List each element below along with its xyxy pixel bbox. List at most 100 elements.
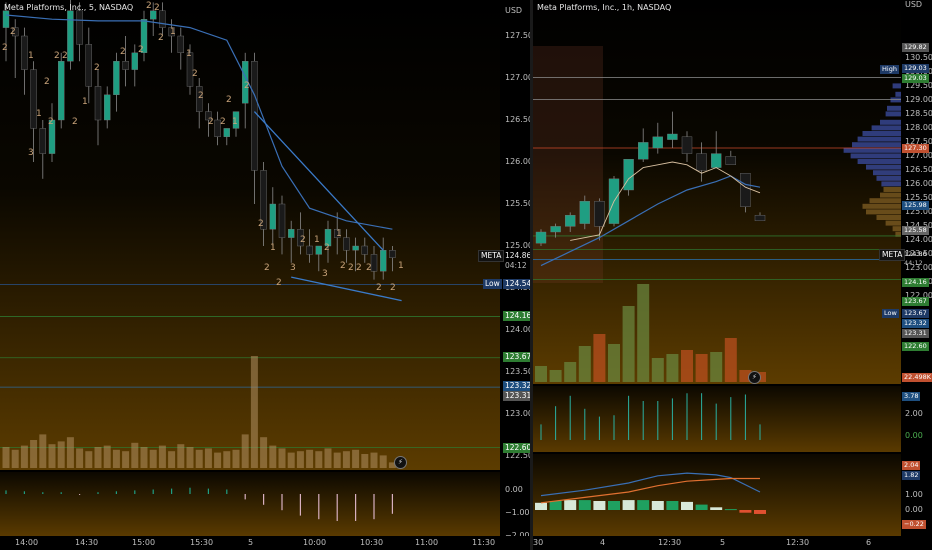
- right-osc2-value-c: −0.22: [902, 520, 926, 529]
- left-candle-body: [94, 86, 102, 121]
- right-volume-bar: [578, 346, 591, 382]
- left-volume-bar: [20, 445, 28, 468]
- left-candle-body: [370, 254, 378, 272]
- left-price-tick: 125.00: [505, 241, 533, 250]
- right-volume-bar: [549, 370, 562, 382]
- right-level-123-67: 123.67: [902, 297, 929, 306]
- right-volume-bar: [535, 366, 547, 382]
- left-volume-bar: [112, 449, 120, 468]
- right-time-axis[interactable]: [533, 536, 932, 550]
- left-price-tick: 127.50: [505, 31, 533, 40]
- right-flash-icon[interactable]: ⚡: [748, 371, 761, 384]
- right-volume-profile-bar: [866, 164, 901, 170]
- left-volume-bar: [296, 451, 304, 468]
- left-volume-bar: [149, 449, 157, 468]
- left-sequence-mark: 2: [264, 263, 270, 273]
- left-candle-body: [159, 10, 166, 28]
- left-volume-bar: [2, 447, 10, 468]
- left-time-tick: 15:00: [132, 538, 156, 547]
- right-volume-profile-bar: [857, 136, 901, 142]
- left-meta-price-tag: META: [478, 250, 505, 262]
- right-volume-profile-bar: [850, 153, 901, 159]
- left-flash-icon[interactable]: ⚡: [394, 456, 407, 469]
- left-sequence-mark: 2: [44, 77, 50, 87]
- left-sequence-mark: 2: [356, 263, 362, 273]
- right-candle-body: [623, 158, 634, 191]
- left-candle-body: [122, 61, 129, 70]
- right-osc2-tick-1: 1.00: [905, 490, 923, 499]
- right-osc2-hist-bar: [695, 504, 708, 510]
- left-candle-body: [21, 35, 28, 70]
- left-volume-bar: [204, 448, 212, 468]
- left-trendline-upper: [253, 111, 384, 251]
- right-volume-bar: [564, 362, 577, 382]
- right-volume-bar: [681, 350, 693, 382]
- right-volume-bar: [666, 354, 679, 382]
- right-osc2-hist-bar: [651, 501, 664, 510]
- right-volume-profile-bar: [866, 209, 901, 215]
- left-sequence-mark: 2: [340, 261, 346, 271]
- left-sequence-mark: 2: [366, 263, 372, 273]
- right-volume-profile-bar: [883, 187, 901, 192]
- right-candle-body: [535, 231, 547, 244]
- left-volume-bar: [57, 441, 65, 468]
- left-meta-price: 124.86: [505, 251, 532, 260]
- left-chart-canvas[interactable]: 221 2 23212 2122 22211222 2 122212232 12312 2 2 2 1…: [0, 0, 500, 536]
- right-meta-price: 124.86: [904, 250, 927, 258]
- right-volume-profile-bar: [876, 175, 901, 181]
- left-price-tick: 125.50: [505, 199, 533, 208]
- left-candle-body: [58, 61, 65, 121]
- right-osc2-hist-bar: [608, 501, 620, 510]
- left-level-123-67: 123.67: [503, 352, 534, 362]
- right-level-125-98: 125.98: [902, 201, 929, 210]
- left-volume-bar: [103, 445, 111, 468]
- left-volume-bar: [250, 356, 258, 468]
- left-time-tick: 14:00: [15, 538, 39, 547]
- right-osc2-hist-bar: [710, 507, 723, 510]
- left-volume-bar: [168, 451, 176, 468]
- right-osc2-hist-bar: [637, 500, 650, 510]
- left-price-tick: 127.00: [505, 73, 533, 82]
- right-level-125-58: 125.58: [902, 226, 929, 235]
- left-volume-bar: [269, 445, 277, 468]
- right-chart-canvas[interactable]: [533, 0, 901, 536]
- right-volume-profile-bar: [862, 131, 901, 136]
- right-price-tick: 130.50: [905, 53, 932, 63]
- left-sequence-mark: 2: [324, 243, 330, 253]
- left-sequence-mark: 2: [390, 283, 396, 293]
- left-volume-bar: [232, 449, 240, 468]
- right-osc2-hist-bar: [754, 510, 766, 514]
- right-osc2-hist-bar: [535, 502, 547, 510]
- right-osc2-hist-bar: [666, 501, 679, 510]
- left-candle-body: [389, 249, 396, 258]
- right-volume-profile-bar: [881, 181, 901, 187]
- left-candle-body: [288, 228, 295, 238]
- left-trendline-lower: [291, 276, 402, 302]
- right-volume-total: 22.498K: [902, 373, 932, 382]
- left-sequence-mark: 2: [10, 27, 16, 37]
- right-osc1-value: 3.78: [902, 392, 921, 401]
- right-candle-body: [565, 214, 576, 227]
- left-sequence-mark: 3: [28, 148, 34, 158]
- right-level-124-16: 124.16: [902, 278, 929, 287]
- left-volume-bar: [158, 445, 166, 468]
- left-sequence-mark: 2: [244, 81, 250, 91]
- right-osc2-hist-bar: [593, 501, 606, 510]
- left-volume-bar: [333, 452, 341, 468]
- right-low-label: Low: [882, 309, 899, 318]
- right-price-tick: 126.50: [905, 165, 932, 175]
- right-level-129-82: 129.82: [902, 43, 929, 52]
- right-candle-body: [579, 200, 590, 224]
- right-candle-body: [652, 136, 664, 149]
- left-sequence-mark: 2: [146, 1, 152, 11]
- right-volume-bar: [608, 344, 620, 382]
- right-volume-bar: [637, 284, 650, 382]
- left-candle-body: [67, 10, 74, 62]
- left-volume-bar: [352, 449, 360, 468]
- right-volume-bar: [651, 358, 664, 382]
- right-volume-profile-bar: [885, 220, 901, 226]
- left-candle-body: [352, 245, 359, 251]
- left-price-tick: 123.00: [505, 409, 533, 418]
- right-price-tick: 124.00: [905, 235, 932, 245]
- right-level-129-03-green: 129.03: [902, 74, 929, 83]
